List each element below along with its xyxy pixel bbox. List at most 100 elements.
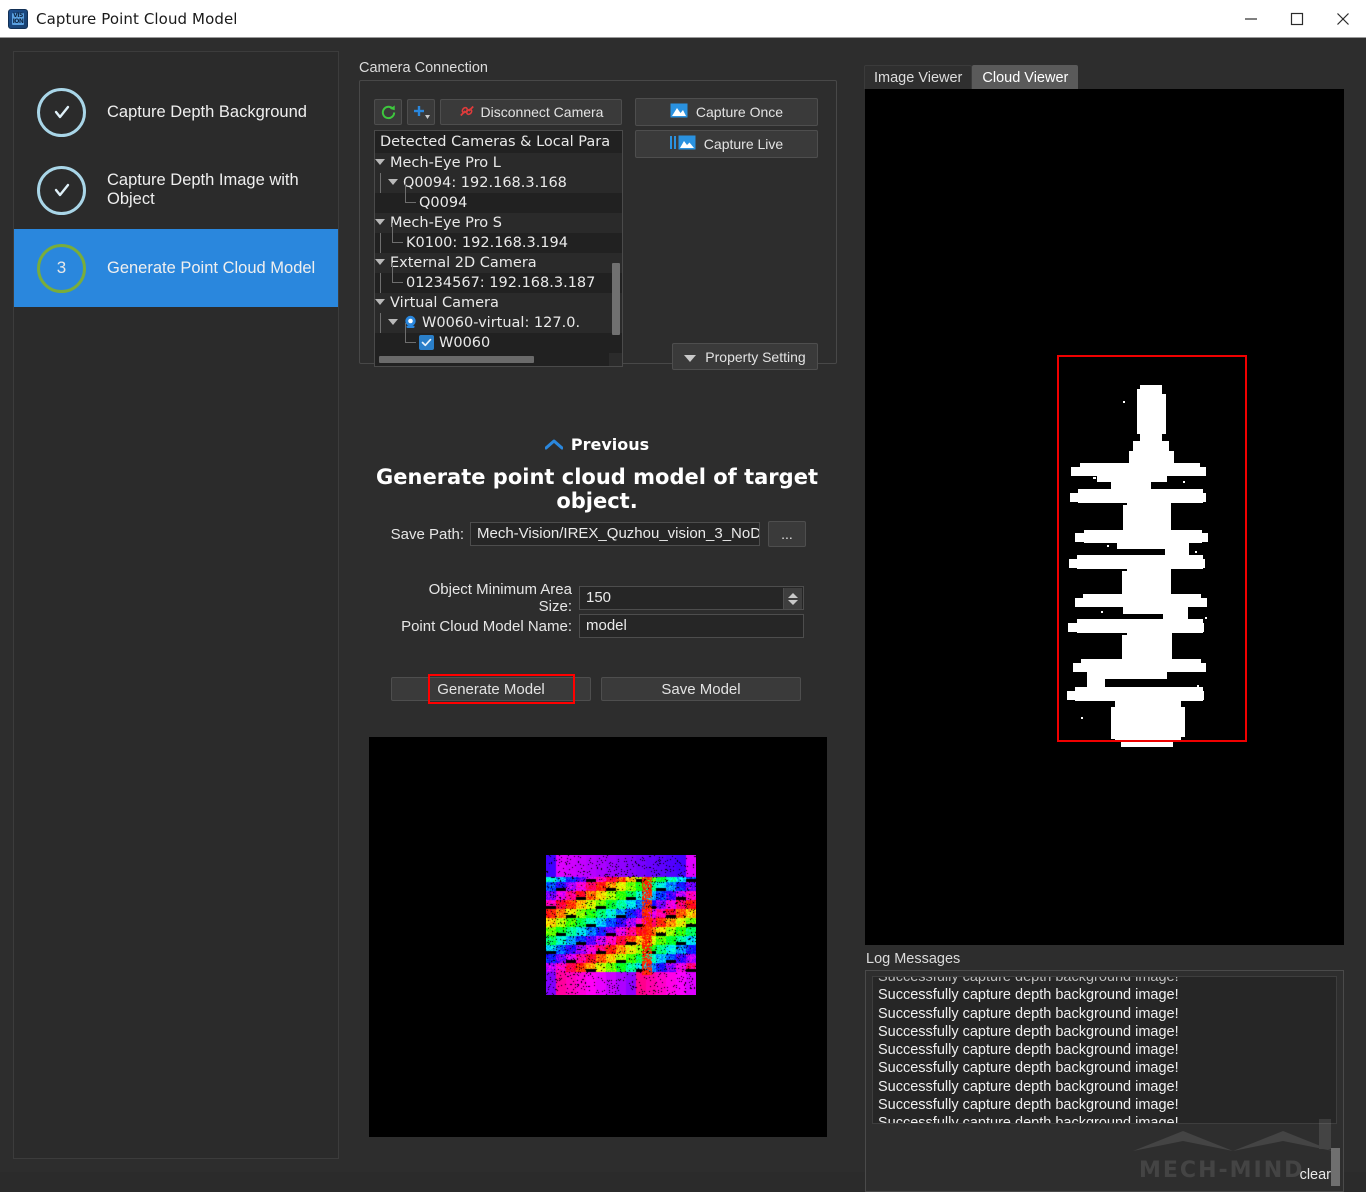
quantity-stepper[interactable]	[783, 588, 802, 610]
camera-tree-node[interactable]: Virtual Camera	[375, 293, 622, 313]
camera-tree-node[interactable]: K0100: 192.168.3.194	[375, 233, 622, 253]
clear-log-button[interactable]: clear	[1300, 1167, 1331, 1183]
previous-link[interactable]: Previous	[356, 435, 838, 454]
save-path-input[interactable]: Mech-Vision/IREX_Quzhou_vision_3_NoDL	[470, 522, 760, 546]
sidebar-item-capture-depth-image-with-object[interactable]: Capture Depth Image with Object	[14, 151, 338, 229]
tree-guide	[388, 273, 406, 293]
capture-once-button[interactable]: Capture Once	[635, 98, 818, 126]
chevron-down-icon[interactable]	[375, 299, 385, 305]
tree-guide	[401, 333, 419, 353]
property-setting-label: Property Setting	[705, 349, 805, 365]
camera-tree-node[interactable]: W0060	[375, 333, 622, 353]
log-line: Successfully capture depth background im…	[873, 1096, 1336, 1114]
camera-tree[interactable]: Detected Cameras & Local Para Mech-Eye P…	[374, 130, 623, 367]
camera-tree-node-label: Virtual Camera	[390, 295, 499, 311]
log-line: Successfully capture depth background im…	[873, 1078, 1336, 1096]
camera-tree-node-label: Mech-Eye Pro S	[390, 215, 502, 231]
close-icon[interactable]	[1320, 0, 1366, 38]
chevron-down-icon[interactable]	[375, 219, 385, 225]
chevron-up-icon	[545, 435, 563, 454]
camera-tree-node-label: Q0094: 192.168.3.168	[403, 175, 567, 191]
property-setting-button[interactable]: Property Setting	[672, 343, 818, 370]
point-cloud-model-name-row: Point Cloud Model Name: model	[399, 614, 804, 638]
refresh-icon[interactable]	[374, 99, 402, 125]
tree-guide	[375, 233, 388, 253]
generate-model-button[interactable]: Generate Model	[391, 677, 591, 701]
check-icon	[37, 166, 86, 215]
sidebar-item-generate-point-cloud-model[interactable]: 3 Generate Point Cloud Model	[14, 229, 338, 307]
tab-cloud-viewer[interactable]: Cloud Viewer	[972, 65, 1078, 89]
maximize-icon[interactable]	[1274, 0, 1320, 38]
add-camera-icon[interactable]	[407, 99, 435, 125]
svg-text:MECH-MIND: MECH-MIND	[1139, 1158, 1304, 1183]
center-panel: Camera Connection	[356, 38, 856, 1172]
camera-tree-vertical-scrollbar[interactable]	[612, 263, 620, 335]
camera-tree-node[interactable]: 01234567: 192.168.3.187	[375, 273, 622, 293]
camera-tree-header: Detected Cameras & Local Para	[375, 131, 622, 153]
chevron-down-icon[interactable]	[388, 319, 398, 325]
chevron-down-icon	[684, 349, 696, 365]
save-model-button[interactable]: Save Model	[601, 677, 801, 701]
camera-tree-node[interactable]: Mech-Eye Pro L	[375, 153, 622, 173]
cloud-viewer-canvas[interactable]	[865, 89, 1344, 945]
previous-label: Previous	[571, 435, 649, 454]
camera-tree-node-label: Q0094	[419, 195, 467, 211]
sidebar-item-label: Capture Depth Image with Object	[107, 171, 338, 209]
window-body: Capture Depth Background Capture Depth I…	[0, 38, 1366, 1172]
log-line: Successfully capture depth background im…	[873, 1005, 1336, 1023]
checkbox[interactable]	[419, 335, 434, 350]
page-title: Generate point cloud model of target obj…	[356, 465, 838, 513]
camera-tree-node[interactable]: Q0094	[375, 193, 622, 213]
chevron-down-icon[interactable]	[375, 159, 385, 165]
log-messages-panel: Successfully capture depth background im…	[865, 970, 1344, 1192]
check-icon	[37, 88, 86, 137]
tree-guide	[375, 313, 388, 333]
viewer-panel: Image Viewer Cloud Viewer	[864, 38, 1354, 1172]
log-messages-list[interactable]: Successfully capture depth background im…	[872, 976, 1337, 1124]
roi-selection-box[interactable]	[1057, 355, 1247, 742]
tab-image-viewer[interactable]: Image Viewer	[864, 65, 972, 89]
disconnect-camera-button[interactable]: Disconnect Camera	[440, 99, 622, 125]
title-bar: VISION Capture Point Cloud Model	[0, 0, 1366, 38]
point-cloud-model-name-label: Point Cloud Model Name:	[399, 618, 572, 635]
viewer-tabs: Image Viewer Cloud Viewer	[864, 65, 1078, 89]
camera-tree-node[interactable]: W0060-virtual: 127.0.	[375, 313, 622, 333]
live-icon	[670, 135, 696, 153]
depth-image-preview[interactable]	[369, 737, 827, 1137]
stepper-up-icon[interactable]	[788, 593, 798, 598]
chevron-down-icon[interactable]	[388, 179, 398, 185]
app-icon-glyph: VISION	[12, 13, 24, 25]
tree-guide	[375, 173, 388, 193]
log-line: Successfully capture depth background im…	[873, 1114, 1336, 1124]
tree-guide	[388, 233, 406, 253]
object-minimum-area-size-label: Object Minimum Area Size:	[392, 581, 572, 615]
camera-tree-node[interactable]: External 2D Camera	[375, 253, 622, 273]
save-path-label: Save Path:	[384, 526, 464, 543]
camera-tree-node-label: 01234567: 192.168.3.187	[406, 275, 595, 291]
disconnect-icon	[459, 104, 475, 121]
object-minimum-area-size-input[interactable]: 150	[579, 586, 804, 610]
capture-once-label: Capture Once	[696, 104, 783, 120]
log-line: Successfully capture depth background im…	[873, 1041, 1336, 1059]
log-scrollbar[interactable]	[1331, 1148, 1340, 1186]
point-cloud-model-name-input[interactable]: model	[579, 614, 804, 638]
stepper-down-icon[interactable]	[788, 600, 798, 605]
camera-tree-scroll-corner	[609, 353, 622, 366]
sidebar-item-label: Generate Point Cloud Model	[107, 259, 315, 278]
step-number: 3	[57, 258, 66, 278]
sidebar-item-capture-depth-background[interactable]: Capture Depth Background	[14, 73, 338, 151]
wizard-step-sidebar: Capture Depth Background Capture Depth I…	[13, 51, 339, 1159]
minimize-icon[interactable]	[1228, 0, 1274, 38]
chevron-down-icon[interactable]	[375, 259, 385, 265]
camera-tree-node[interactable]: Mech-Eye Pro S	[375, 213, 622, 233]
capture-live-button[interactable]: Capture Live	[635, 130, 818, 158]
capture-live-label: Capture Live	[704, 136, 783, 152]
camera-tree-node-label: Mech-Eye Pro L	[390, 155, 501, 171]
camera-tree-horizontal-scrollbar[interactable]	[379, 356, 534, 363]
camera-connection-title: Camera Connection	[359, 60, 488, 76]
camera-tree-node[interactable]: Q0094: 192.168.3.168	[375, 173, 622, 193]
log-line: Successfully capture depth background im…	[873, 1023, 1336, 1041]
log-line: Successfully capture depth background im…	[873, 1059, 1336, 1077]
sidebar-item-label: Capture Depth Background	[107, 103, 307, 122]
browse-button[interactable]: ...	[768, 521, 806, 547]
